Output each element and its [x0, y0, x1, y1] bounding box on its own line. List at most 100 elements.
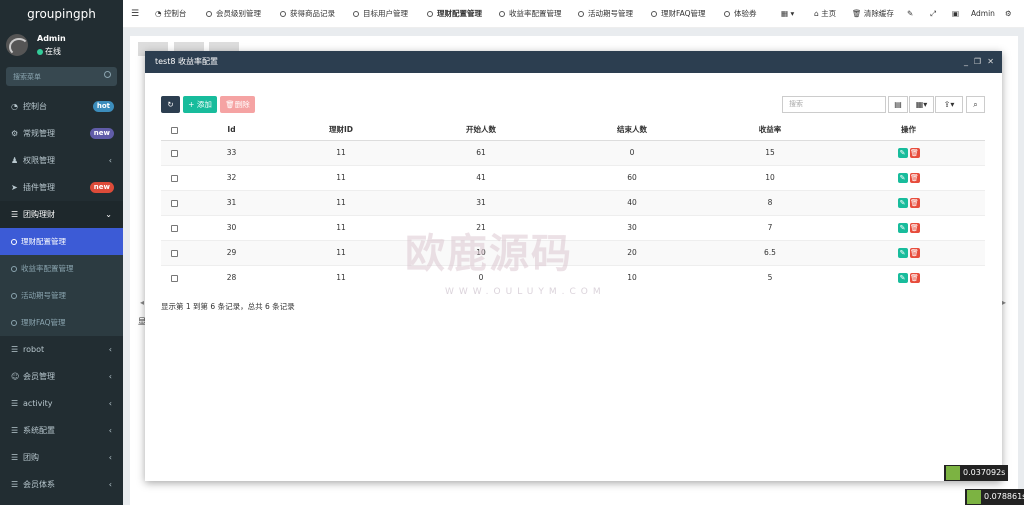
- sidebar-item-plugin[interactable]: ➤ 插件管理 new: [0, 174, 123, 201]
- table-search-input[interactable]: 搜索: [782, 96, 886, 113]
- home-link[interactable]: ⌂ 主页: [814, 0, 836, 28]
- brand-logo[interactable]: groupingph: [0, 0, 123, 28]
- row-checkbox-cell: [161, 264, 187, 290]
- delete-row-button[interactable]: 🗑: [909, 247, 920, 258]
- list-icon: ☰: [11, 345, 19, 354]
- sidebar-subitem-activity-period[interactable]: 活动期号管理: [0, 282, 123, 309]
- close-icon[interactable]: ✕: [987, 51, 994, 73]
- list-icon: ▤: [894, 100, 902, 109]
- sidebar-item-dashboard[interactable]: ◔ 控制台 hot: [0, 93, 123, 120]
- select-all-checkbox[interactable]: [170, 126, 178, 134]
- column-header-end-count[interactable]: 结束人数: [556, 120, 708, 141]
- delete-row-button[interactable]: 🗑: [909, 222, 920, 233]
- sidebar-item-activity[interactable]: ☰ activity ‹: [0, 390, 123, 417]
- cell-finance-id: 11: [276, 189, 406, 215]
- minimize-icon[interactable]: _: [964, 51, 968, 73]
- tab-label: 理财配置管理: [437, 9, 482, 18]
- avatar[interactable]: ▣: [952, 0, 959, 28]
- search-toggle-button[interactable]: ⌕: [966, 96, 985, 113]
- delete-row-button[interactable]: 🗑: [909, 147, 920, 158]
- cell-yield-rate: 7: [708, 214, 832, 240]
- chevron-left-icon: ‹: [108, 480, 112, 489]
- cell-id: 28: [187, 264, 276, 290]
- cell-yield-rate: 6.5: [708, 239, 832, 265]
- row-checkbox[interactable]: [170, 149, 178, 157]
- yield-config-table: Id 理财ID 开始人数 结束人数 收益率 操作 33 11 61 0 15 ✎ 🗑 32 1…: [161, 120, 985, 290]
- delete-row-button[interactable]: 🗑: [909, 172, 920, 183]
- column-header-yield-rate[interactable]: 收益率: [708, 120, 832, 141]
- add-button[interactable]: + 添加: [183, 96, 217, 113]
- edit-button[interactable]: ✎: [897, 197, 908, 208]
- cell-actions: ✎ 🗑: [832, 139, 985, 165]
- sidebar-item-system[interactable]: ☰ 系统配置 ‹: [0, 417, 123, 444]
- sidebar-subitem-label: 收益率配置管理: [21, 264, 74, 273]
- sidebar-search-input[interactable]: 搜索菜单: [6, 67, 117, 86]
- sidebar-subitem-faq[interactable]: 理财FAQ管理: [0, 309, 123, 336]
- theme-icon[interactable]: ✎: [907, 0, 913, 28]
- settings-icon[interactable]: ⚙: [1005, 0, 1012, 28]
- debug-timer[interactable]: 0.037092s: [944, 465, 1009, 481]
- tab-faq[interactable]: 理财FAQ管理: [651, 0, 706, 28]
- edit-button[interactable]: ✎: [897, 147, 908, 158]
- row-checkbox[interactable]: [170, 249, 178, 257]
- sidebar-item-permission[interactable]: ♟ 权限管理 ‹: [0, 147, 123, 174]
- timer-value: 0.078861s: [984, 492, 1024, 501]
- tab-goods-record[interactable]: 获得商品记录: [280, 0, 335, 28]
- delete-button[interactable]: 🗑删除: [220, 96, 255, 113]
- row-checkbox[interactable]: [170, 174, 178, 182]
- menu-toggle-icon[interactable]: ☰: [131, 0, 139, 28]
- cell-id: 30: [187, 214, 276, 240]
- row-checkbox[interactable]: [170, 199, 178, 207]
- edit-button[interactable]: ✎: [897, 222, 908, 233]
- row-checkbox[interactable]: [170, 274, 178, 282]
- tab-dashboard[interactable]: ◔ 控制台: [155, 0, 186, 28]
- sidebar-item-member-system[interactable]: ☰ 会员体系 ‹: [0, 471, 123, 498]
- sidebar-item-groupbuy[interactable]: ☰ 团购 ‹: [0, 444, 123, 471]
- scroll-right-icon[interactable]: ▸: [1002, 298, 1006, 307]
- clear-cache-button[interactable]: 🗑 清除缓存: [852, 0, 894, 28]
- cell-actions: ✎ 🗑: [832, 214, 985, 240]
- sidebar-search-placeholder: 搜索菜单: [13, 73, 41, 81]
- tab-member-level[interactable]: 会员级别管理: [206, 0, 261, 28]
- tab-coupon[interactable]: 体验券: [724, 0, 757, 28]
- export-dropdown-button[interactable]: ⇪▾: [935, 96, 963, 113]
- tab-finance-config[interactable]: 理财配置管理: [427, 0, 482, 28]
- tab-target-users[interactable]: 目标用户管理: [353, 0, 408, 28]
- sidebar-subitem-finance-config[interactable]: 理财配置管理: [0, 228, 123, 255]
- sidebar-item-label: 控制台: [23, 102, 47, 111]
- search-icon[interactable]: [104, 71, 111, 78]
- admin-user-menu[interactable]: Admin: [971, 0, 995, 28]
- refresh-button[interactable]: ↻: [161, 96, 180, 113]
- fullscreen-icon[interactable]: ⤢: [930, 0, 936, 28]
- sidebar-item-group-finance[interactable]: ☰ 团购理财 ⌄: [0, 201, 123, 228]
- sidebar-subitem-yield-config[interactable]: 收益率配置管理: [0, 255, 123, 282]
- scroll-left-icon[interactable]: ◂: [140, 298, 144, 307]
- list-icon: ☰: [11, 210, 19, 219]
- user-icon: ☺: [11, 372, 20, 381]
- column-header-id[interactable]: Id: [187, 120, 276, 141]
- debug-timer[interactable]: 0.078861s: [965, 489, 1024, 505]
- delete-row-button[interactable]: 🗑: [909, 197, 920, 208]
- tabs-dropdown-icon[interactable]: ▦ ▾: [781, 0, 794, 28]
- sidebar-item-robot[interactable]: ☰ robot ‹: [0, 336, 123, 363]
- search-icon: ⌕: [973, 100, 978, 109]
- edit-button[interactable]: ✎: [897, 272, 908, 283]
- tab-activity-period[interactable]: 活动期号管理: [578, 0, 633, 28]
- columns-dropdown-button[interactable]: ▦▾: [909, 96, 934, 113]
- tab-yield-config[interactable]: 收益率配置管理: [499, 0, 562, 28]
- dashboard-icon: ◔: [11, 102, 18, 111]
- column-header-start-count[interactable]: 开始人数: [406, 120, 556, 141]
- sidebar-item-general[interactable]: ⚙ 常规管理 new: [0, 120, 123, 147]
- chevron-left-icon: ‹: [108, 426, 112, 435]
- modal-title: test8 收益率配置: [155, 57, 218, 66]
- column-header-finance-id[interactable]: 理财ID: [276, 120, 406, 141]
- maximize-icon[interactable]: ❐: [974, 51, 981, 73]
- circle-icon: [651, 11, 657, 17]
- sidebar-item-members[interactable]: ☺ 会员管理 ‹: [0, 363, 123, 390]
- edit-button[interactable]: ✎: [897, 247, 908, 258]
- row-checkbox[interactable]: [170, 224, 178, 232]
- edit-button[interactable]: ✎: [897, 172, 908, 183]
- delete-row-button[interactable]: 🗑: [909, 272, 920, 283]
- row-checkbox-cell: [161, 164, 187, 190]
- toggle-view-button[interactable]: ▤: [888, 96, 908, 113]
